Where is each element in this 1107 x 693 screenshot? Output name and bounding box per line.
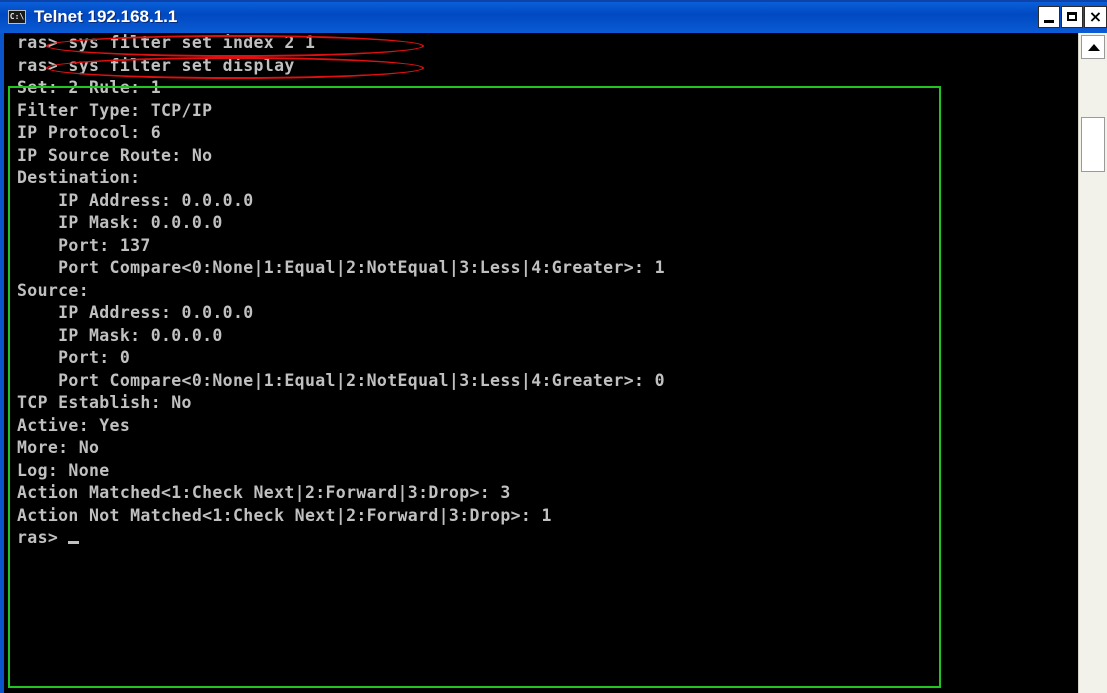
arrow-up-icon [1088,44,1100,51]
window-title: Telnet 192.168.1.1 [34,7,178,26]
console-icon[interactable]: C:\ [8,10,26,24]
command-highlight-ellipse [46,35,424,57]
command-highlight-ellipse [46,57,424,79]
title-bar[interactable]: C:\ Telnet 192.168.1.1 × [0,0,1107,33]
maximize-icon [1067,12,1077,21]
scroll-up-button[interactable] [1081,35,1105,59]
minimize-button[interactable] [1038,6,1060,28]
output-highlight-box [8,86,941,688]
close-icon: × [1088,7,1103,26]
maximize-button[interactable] [1061,6,1083,28]
close-button[interactable]: × [1084,6,1107,28]
minimize-icon [1044,20,1054,23]
vertical-scrollbar[interactable] [1078,33,1107,693]
telnet-window: C:\ Telnet 192.168.1.1 × ras> sys filter… [0,0,1107,693]
scrollbar-thumb[interactable] [1081,117,1105,172]
